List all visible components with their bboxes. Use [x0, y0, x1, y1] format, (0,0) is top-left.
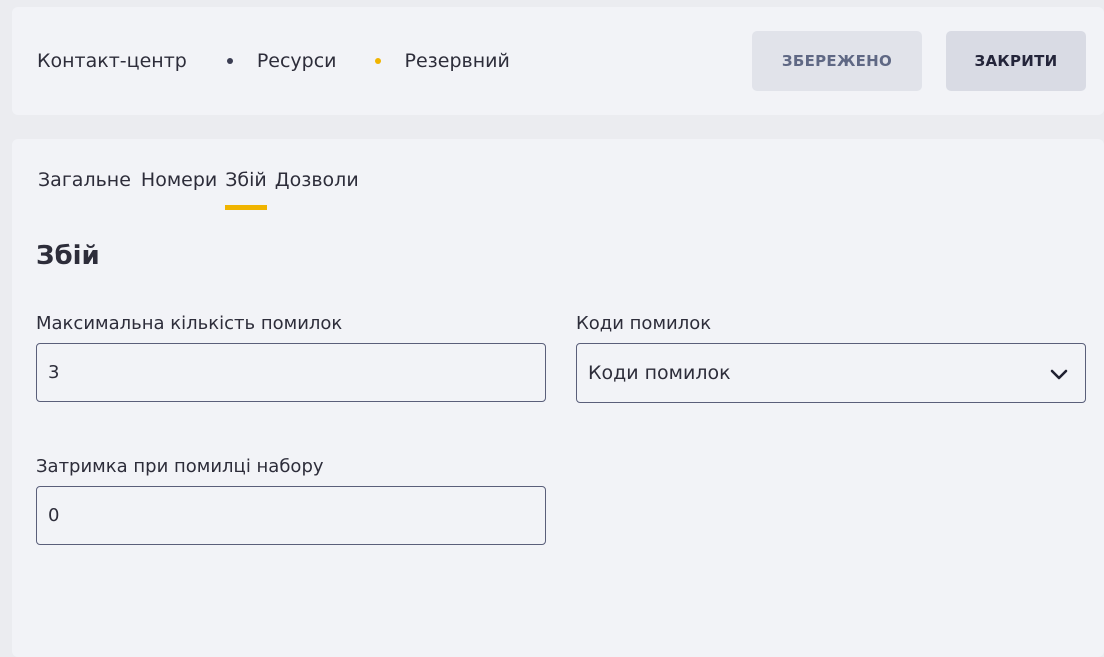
dial-error-delay-input[interactable]: 0 — [36, 486, 546, 545]
header: Контакт-центр Ресурси Резервний ЗБЕРЕЖЕН… — [12, 7, 1104, 115]
error-codes-label: Коди помилок — [576, 313, 712, 334]
dial-error-delay-value: 0 — [48, 505, 60, 526]
error-codes-value: Коди помилок — [588, 362, 731, 384]
breadcrumb-resources[interactable]: Ресурси — [257, 50, 337, 72]
saved-button[interactable]: ЗБЕРЕЖЕНО — [752, 31, 922, 91]
main-panel: Загальне Номери Збій Дозволи Збій Максим… — [12, 139, 1104, 657]
dial-error-delay-label: Затримка при помилці набору — [36, 456, 324, 477]
breadcrumb: Контакт-центр Ресурси Резервний — [37, 48, 510, 74]
max-errors-input[interactable]: 3 — [36, 343, 546, 402]
tab-bar: Загальне Номери Збій Дозволи — [38, 169, 369, 211]
chevron-down-icon — [1050, 369, 1068, 380]
tab-numbers[interactable]: Номери — [141, 169, 217, 211]
section-title: Збій — [36, 241, 100, 271]
error-codes-select[interactable]: Коди помилок — [576, 343, 1086, 403]
tab-failure[interactable]: Збій — [225, 169, 267, 211]
max-errors-label: Максимальна кількість помилок — [36, 313, 343, 334]
breadcrumb-contact-center[interactable]: Контакт-центр — [37, 50, 187, 72]
max-errors-value: 3 — [48, 362, 60, 383]
close-button[interactable]: ЗАКРИТИ — [946, 31, 1086, 91]
tab-permissions[interactable]: Дозволи — [275, 169, 359, 211]
bullet-icon — [374, 58, 381, 64]
breadcrumb-current: Резервний — [404, 50, 510, 72]
bullet-icon — [226, 58, 233, 64]
tab-general[interactable]: Загальне — [38, 169, 131, 211]
